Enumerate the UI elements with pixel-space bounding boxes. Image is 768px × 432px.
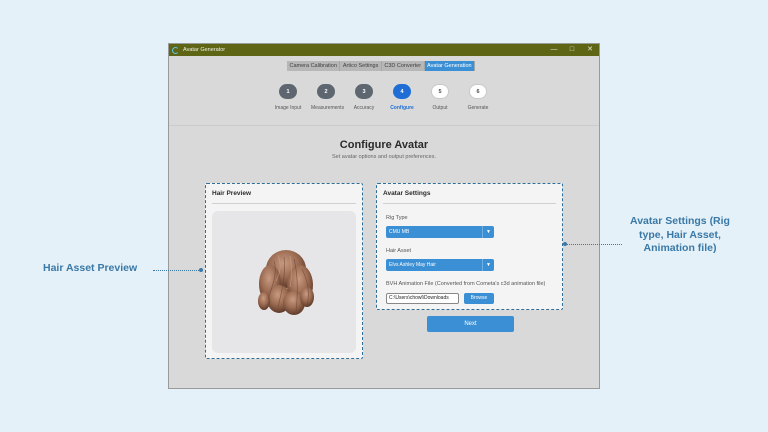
title-bar: Avatar Generator — □ ✕: [169, 44, 599, 56]
hair-preview-callout: Hair Asset Preview: [43, 262, 138, 274]
tab-avatar-generation[interactable]: Avatar Generation: [424, 61, 476, 71]
step-indicator: 1 Image Input 2 Measurements 3 Accuracy …: [273, 84, 497, 114]
tab-artico-settings[interactable]: Artico Settings: [340, 61, 382, 71]
step-label: Configure: [390, 105, 414, 111]
hair-preview-panel: Hair Preview: [205, 183, 363, 359]
app-window: Avatar Generator — □ ✕ Camera Calibratio…: [168, 43, 600, 389]
hair-asset-label: Hair Asset: [386, 248, 412, 254]
hair-asset-value: Elvs Ashley May Hair: [389, 262, 436, 268]
window-controls: — □ ✕: [545, 44, 599, 56]
avatar-settings-panel: Avatar Settings Rig Type CMU MB ▼ Hair A…: [376, 183, 563, 310]
page-title: Configure Avatar: [339, 139, 429, 151]
callout-dot-left: [199, 268, 203, 272]
step-label: Output: [432, 105, 448, 111]
minimize-button[interactable]: —: [545, 44, 563, 56]
step-accuracy: 3 Accuracy: [349, 84, 379, 111]
avatar-settings-title: Avatar Settings: [383, 190, 431, 197]
chevron-down-icon: ▼: [482, 259, 494, 271]
hair-model-image: [258, 250, 314, 315]
bvh-file-path-input[interactable]: C:\Users\chowl\Downloads: [386, 293, 459, 304]
step-number: 1: [279, 84, 297, 99]
step-configure: 4 Configure: [387, 84, 417, 111]
hair-asset-select[interactable]: Elvs Ashley May Hair ▼: [386, 259, 494, 271]
step-label: Generate: [467, 105, 489, 111]
page-subtitle: Set avatar options and output preference…: [332, 154, 436, 160]
bvh-file-label: BVH Animation File (Converted from Comet…: [386, 281, 546, 287]
step-image-input: 1 Image Input: [273, 84, 303, 111]
step-generate: 6 Generate: [463, 84, 493, 111]
close-button[interactable]: ✕: [581, 44, 599, 56]
divider: [383, 203, 556, 204]
step-output: 5 Output: [425, 84, 455, 111]
hair-preview-title: Hair Preview: [212, 190, 252, 197]
maximize-button[interactable]: □: [563, 44, 581, 56]
hair-preview-viewport[interactable]: [212, 211, 356, 353]
divider: [212, 203, 356, 204]
step-label: Measurements: [311, 105, 345, 111]
rig-type-select[interactable]: CMU MB ▼: [386, 226, 494, 238]
step-number: 6: [469, 84, 487, 99]
step-label: Accuracy: [353, 105, 375, 111]
app-logo-icon: [172, 46, 179, 54]
browse-button[interactable]: Browse: [464, 293, 494, 304]
rig-type-value: CMU MB: [389, 229, 410, 235]
step-number: 2: [317, 84, 335, 99]
tab-camera-calibration[interactable]: Camera Calibration: [287, 61, 341, 71]
callout-connector-left: [153, 270, 201, 271]
rig-type-label: Rig Type: [386, 215, 408, 221]
step-label: Image Input: [274, 105, 302, 111]
step-measurements: 2 Measurements: [311, 84, 345, 111]
tab-c3d-converter[interactable]: C3D Converter: [381, 61, 425, 71]
divider: [169, 125, 599, 126]
step-number: 5: [431, 84, 449, 99]
step-number: 3: [355, 84, 373, 99]
step-number: 4: [393, 84, 411, 99]
chevron-down-icon: ▼: [482, 226, 494, 238]
callout-dot-right: [563, 242, 567, 246]
window-title: Avatar Generator: [183, 47, 226, 53]
tab-bar: Camera Calibration Artico Settings C3D C…: [287, 61, 476, 71]
next-button[interactable]: Next: [427, 316, 514, 332]
avatar-settings-callout: Avatar Settings (Rig type, Hair Asset, A…: [630, 215, 730, 255]
callout-connector-right: [566, 244, 622, 245]
